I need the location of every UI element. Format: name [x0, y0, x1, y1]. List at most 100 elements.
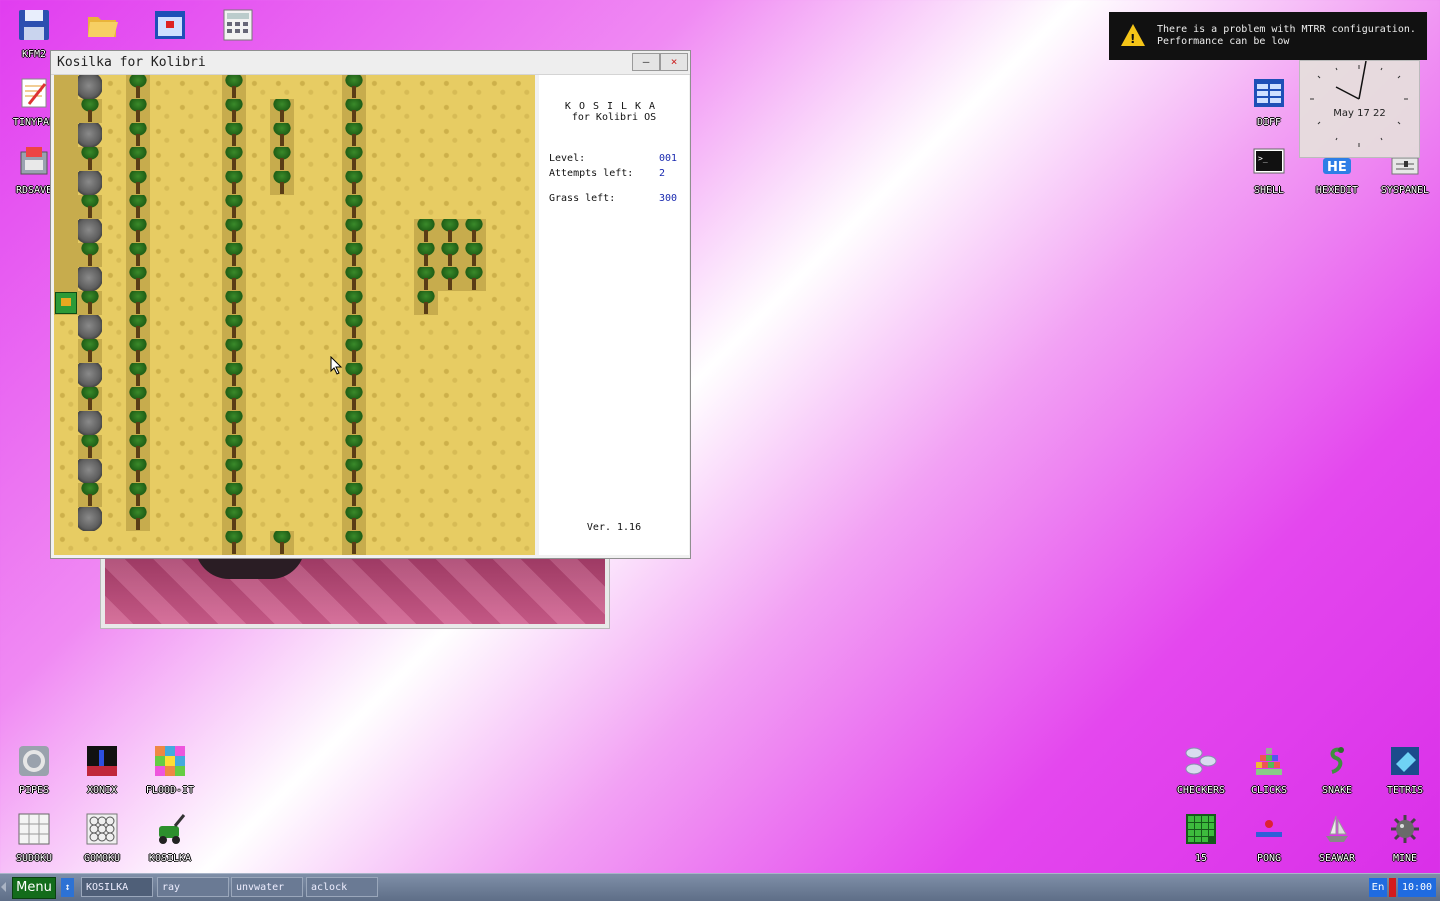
ray-scene	[105, 545, 605, 624]
clock-date: May 17 22	[1333, 108, 1386, 119]
shell-icon: >_	[1252, 144, 1286, 178]
tree-obstacle	[78, 99, 102, 123]
tree-obstacle	[126, 315, 150, 339]
tree-obstacle	[78, 387, 102, 411]
game-field[interactable]	[54, 75, 535, 555]
task-ray[interactable]: ray	[157, 877, 229, 897]
desktop-icon-fifteen[interactable]: 15	[1167, 812, 1235, 864]
desktop-icon-label: CLICKS	[1250, 785, 1288, 796]
desktop-icon-label: SYSPANEL	[1380, 185, 1430, 196]
tree-obstacle	[342, 339, 366, 363]
minimize-button[interactable]: –	[632, 53, 660, 71]
desktop-icon-diff[interactable]: DIFF	[1235, 76, 1303, 128]
mowed-grass-cell	[54, 75, 78, 99]
tree-obstacle	[126, 363, 150, 387]
tree-obstacle	[126, 291, 150, 315]
xonix-icon	[85, 744, 119, 778]
tree-obstacle	[78, 195, 102, 219]
gomoku-icon	[85, 812, 119, 846]
window-titlebar[interactable]: Kosilka for Kolibri – ×	[51, 51, 690, 75]
language-indicator[interactable]: En	[1369, 878, 1387, 897]
mtrr-notification[interactable]: ! There is a problem with MTRR configura…	[1109, 12, 1427, 60]
desktop-icon-kosilka[interactable]: KOSILKA	[136, 812, 204, 864]
desktop-icon-calculator[interactable]	[204, 8, 272, 42]
tree-obstacle	[342, 459, 366, 483]
mowed-grass-cell	[54, 147, 78, 171]
rock-obstacle	[78, 123, 102, 147]
tray-indicator	[1389, 878, 1396, 897]
tree-obstacle	[222, 267, 246, 291]
desktop-icon-label: 15	[1194, 853, 1208, 864]
tree-obstacle	[342, 99, 366, 123]
tree-obstacle	[342, 387, 366, 411]
window-title: Kosilka for Kolibri	[57, 55, 206, 70]
tree-obstacle	[342, 219, 366, 243]
desktop-icon-pong[interactable]: PONG	[1235, 812, 1303, 864]
desktop-icon-label: PONG	[1256, 853, 1282, 864]
desktop-icon-checkers[interactable]: CHECKERS	[1167, 744, 1235, 796]
tree-obstacle	[126, 171, 150, 195]
tree-obstacle	[438, 267, 462, 291]
tree-obstacle	[462, 243, 486, 267]
tree-obstacle	[126, 219, 150, 243]
taskbar-clock[interactable]: 10:00	[1398, 878, 1436, 897]
tree-obstacle	[342, 507, 366, 531]
ray-window[interactable]	[100, 545, 610, 629]
desktop-icon-seawar[interactable]: SEAWAR	[1303, 812, 1371, 864]
desktop-icon-label: SEAWAR	[1318, 853, 1356, 864]
tree-obstacle	[126, 99, 150, 123]
desktop-icon-label: SUDOKU	[15, 853, 53, 864]
rock-obstacle	[78, 267, 102, 291]
tree-obstacle	[126, 387, 150, 411]
desktop-icon-gomoku[interactable]: GOMOKU	[68, 812, 136, 864]
desktop-icon-mine[interactable]: MINE	[1371, 812, 1439, 864]
mowed-grass-cell	[54, 195, 78, 219]
tree-obstacle	[462, 219, 486, 243]
desktop-icon-sudoku[interactable]: SUDOKU	[0, 812, 68, 864]
desktop-icon-calendar[interactable]	[136, 8, 204, 42]
tree-obstacle	[222, 123, 246, 147]
clock-widget[interactable]: May 17 22	[1299, 60, 1420, 158]
rock-obstacle	[78, 507, 102, 531]
desktop-icon-label: TETRIS	[1386, 785, 1424, 796]
desktop-icon-snake[interactable]: SNAKE	[1303, 744, 1371, 796]
tree-obstacle	[126, 195, 150, 219]
desktop-icon-clicks[interactable]: CLICKS	[1235, 744, 1303, 796]
tree-obstacle	[222, 339, 246, 363]
rock-obstacle	[78, 315, 102, 339]
kosilka-window[interactable]: Kosilka for Kolibri – × KOSILKA for Koli…	[50, 50, 691, 559]
switch-windows-button[interactable]: ↕	[61, 878, 74, 897]
task-aclock[interactable]: aclock	[306, 877, 378, 897]
desktop-icon-tetris[interactable]: TETRIS	[1371, 744, 1439, 796]
tree-obstacle	[270, 99, 294, 123]
tree-obstacle	[222, 483, 246, 507]
tree-obstacle	[126, 507, 150, 531]
grass-value: 300	[659, 193, 678, 204]
tree-obstacle	[126, 243, 150, 267]
warning-icon-mark: !	[1130, 32, 1136, 46]
menu-button[interactable]: Menu	[12, 877, 56, 899]
desktop-icon-flood-it[interactable]: FLOOD-IT	[136, 744, 204, 796]
rock-obstacle	[78, 219, 102, 243]
desktop-icon-label: FLOOD-IT	[145, 785, 195, 796]
taskbar-scroll-left-icon[interactable]	[1, 882, 6, 892]
tree-obstacle	[222, 507, 246, 531]
desktop-icon-pipes[interactable]: PIPES	[0, 744, 68, 796]
tree-obstacle	[126, 123, 150, 147]
notepad-icon	[17, 76, 51, 110]
notification-message: There is a problem with MTRR configurati…	[1157, 24, 1416, 47]
tree-obstacle	[126, 75, 150, 99]
desktop-icon-shell[interactable]: >_ SHELL	[1235, 144, 1303, 196]
grass-label: Grass left:	[549, 193, 616, 204]
flood-it-icon	[153, 744, 187, 778]
close-button[interactable]: ×	[660, 53, 688, 71]
desktop-icon-label: KOSILKA	[148, 853, 192, 864]
desktop-icon-folder[interactable]	[68, 8, 136, 42]
task-kosilka[interactable]: KOSILKA	[81, 877, 153, 897]
desktop-icon-label: MINE	[1392, 853, 1418, 864]
task-unvwater[interactable]: unvwater	[231, 877, 303, 897]
tree-obstacle	[222, 195, 246, 219]
tree-obstacle	[222, 315, 246, 339]
desktop-icon-xonix[interactable]: XONIX	[68, 744, 136, 796]
tree-obstacle	[222, 147, 246, 171]
